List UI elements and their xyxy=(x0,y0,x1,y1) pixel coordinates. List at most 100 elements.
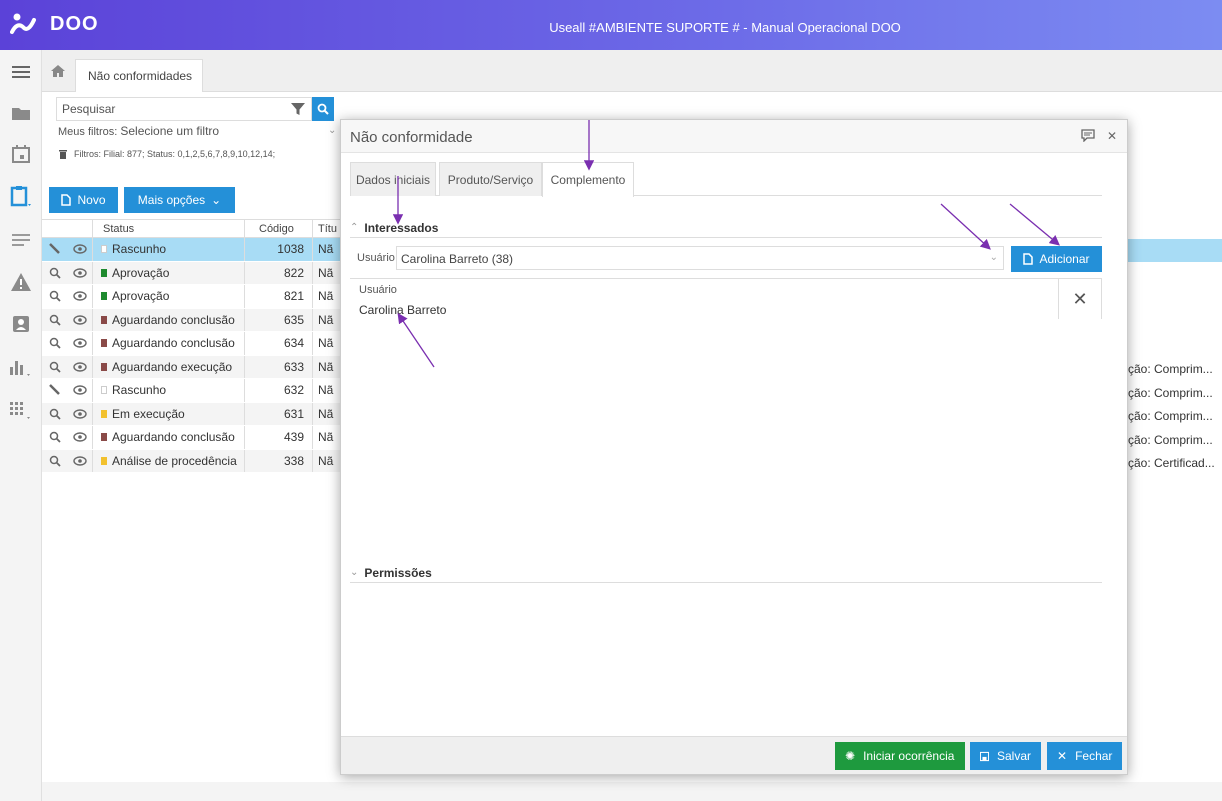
status-color-badge xyxy=(101,292,107,301)
start-occurrence-label: Iniciar ocorrência xyxy=(863,749,955,763)
description-cell: ção: Certificad... xyxy=(1128,456,1215,471)
chevron-down-icon: ⌄ xyxy=(350,567,359,578)
table-row[interactable]: Análise de procedência 338 Nã xyxy=(42,449,342,473)
title-cell: Nã xyxy=(312,285,342,308)
chart-icon[interactable] xyxy=(0,353,42,381)
apps-grid-icon[interactable] xyxy=(0,396,42,424)
code-cell: 1038 xyxy=(244,238,312,261)
search-button[interactable] xyxy=(312,97,334,121)
code-cell: 635 xyxy=(244,308,312,331)
list-icon[interactable] xyxy=(0,226,42,254)
add-button-label: Adicionar xyxy=(1039,252,1090,266)
view-icon[interactable] xyxy=(67,409,92,419)
section-interessados[interactable]: ⌃ Interessados xyxy=(350,218,1102,238)
close-icon: ✕ xyxy=(1057,749,1068,763)
filter-icon[interactable] xyxy=(291,102,305,119)
status-text: Análise de procedência xyxy=(112,453,237,468)
new-button[interactable]: Novo xyxy=(49,187,118,213)
my-filters[interactable]: Meus filtros: Selecione um filtro xyxy=(58,124,219,138)
search-icon xyxy=(317,103,329,115)
table-body: Rascunho 1038 Nã Aprovação 822 Nã Aprovação 821… xyxy=(42,238,342,473)
table-row[interactable]: Aguardando conclusão 439 Nã xyxy=(42,426,342,450)
view-icon[interactable] xyxy=(67,244,92,254)
comment-icon[interactable] xyxy=(1081,129,1095,142)
new-document-icon xyxy=(61,194,72,206)
search-icon[interactable] xyxy=(42,361,67,373)
view-icon[interactable] xyxy=(67,315,92,325)
chevron-down-icon: ⌄ xyxy=(211,193,222,207)
table-row[interactable]: Rascunho 632 Nã xyxy=(42,379,342,403)
dialog-tabs: Dados iniciais Produto/Serviço Complemen… xyxy=(350,162,1102,197)
status-color-badge xyxy=(101,362,107,371)
add-button[interactable]: Adicionar xyxy=(1011,246,1102,272)
search-icon[interactable] xyxy=(42,455,67,467)
section-permissoes-label: Permissões xyxy=(364,565,432,580)
search-icon[interactable] xyxy=(42,267,67,279)
status-color-badge xyxy=(101,456,107,465)
chevron-down-icon[interactable]: ⌄ xyxy=(328,125,336,136)
view-icon[interactable] xyxy=(67,385,92,395)
status-cell: Aguardando execução xyxy=(92,355,244,378)
more-options-button[interactable]: Mais opções ⌄ xyxy=(124,187,235,213)
search-icon[interactable] xyxy=(42,337,67,349)
tab-dados-iniciais[interactable]: Dados iniciais xyxy=(350,162,436,196)
status-text: Aprovação xyxy=(112,265,170,280)
view-icon[interactable] xyxy=(67,456,92,466)
save-icon xyxy=(980,751,989,761)
table-row[interactable]: Aprovação 821 Nã xyxy=(42,285,342,309)
status-cell: Aguardando conclusão xyxy=(92,332,244,355)
search-input[interactable] xyxy=(62,102,282,116)
col-title[interactable]: Títu xyxy=(312,220,342,237)
col-code[interactable]: Código xyxy=(244,220,312,237)
remove-icon[interactable]: ✕ xyxy=(1058,279,1102,319)
calendar-icon[interactable] xyxy=(0,140,42,168)
edit-icon[interactable] xyxy=(42,384,67,396)
view-icon[interactable] xyxy=(67,268,92,278)
col-status[interactable]: Status xyxy=(92,220,244,237)
code-cell: 634 xyxy=(244,332,312,355)
search-icon[interactable] xyxy=(42,314,67,326)
user-select-value: Carolina Barreto (38) xyxy=(401,252,514,266)
menu-icon[interactable] xyxy=(0,58,42,86)
close-icon[interactable]: ✕ xyxy=(1107,129,1117,143)
search-icon[interactable] xyxy=(42,290,67,302)
title-cell: Nã xyxy=(312,426,342,449)
search-icon[interactable] xyxy=(42,408,67,420)
save-button[interactable]: Salvar xyxy=(970,742,1041,770)
close-button[interactable]: ✕ Fechar xyxy=(1047,742,1122,770)
tab-produto-servico[interactable]: Produto/Serviço xyxy=(439,162,542,196)
table-row[interactable]: Aguardando execução 633 Nã xyxy=(42,355,342,379)
view-icon[interactable] xyxy=(67,362,92,372)
home-icon[interactable] xyxy=(50,64,66,81)
list-item[interactable]: Carolina Barreto xyxy=(359,303,446,317)
table-row[interactable]: Rascunho 1038 Nã xyxy=(42,238,342,262)
my-filters-label: Meus filtros: xyxy=(58,126,118,138)
view-icon[interactable] xyxy=(67,432,92,442)
status-text: Rascunho xyxy=(112,383,167,398)
table-row[interactable]: Aguardando conclusão 634 Nã xyxy=(42,332,342,356)
start-occurrence-button[interactable]: ✺ Iniciar ocorrência xyxy=(835,742,965,770)
status-text: Aguardando conclusão xyxy=(112,312,235,327)
warning-icon[interactable] xyxy=(0,268,42,296)
view-icon[interactable] xyxy=(67,338,92,348)
section-permissoes[interactable]: ⌄ Permissões xyxy=(350,563,1102,583)
edit-icon[interactable] xyxy=(42,243,67,255)
view-icon[interactable] xyxy=(67,291,92,301)
folder-icon[interactable] xyxy=(0,99,42,127)
table-row[interactable]: Em execução 631 Nã xyxy=(42,402,342,426)
my-filters-select[interactable]: Selecione um filtro xyxy=(120,124,219,138)
search-icon[interactable] xyxy=(42,431,67,443)
status-color-badge xyxy=(101,268,107,277)
code-cell: 439 xyxy=(244,426,312,449)
table-row[interactable]: Aprovação 822 Nã xyxy=(42,261,342,285)
tab-complemento[interactable]: Complemento xyxy=(542,162,634,197)
title-cell: Nã xyxy=(312,449,342,472)
nao-conformidade-dialog: Não conformidade ✕ Dados iniciais Produt… xyxy=(340,119,1128,775)
trash-icon[interactable] xyxy=(58,149,68,159)
contact-icon[interactable] xyxy=(0,310,42,338)
user-select[interactable]: Carolina Barreto (38) ⌄ xyxy=(396,246,1004,270)
table-row[interactable]: Aguardando conclusão 635 Nã xyxy=(42,308,342,332)
tab-nao-conformidades[interactable]: Não conformidades xyxy=(75,59,203,93)
clipboard-icon[interactable] xyxy=(0,183,42,211)
title-cell: Nã xyxy=(312,379,342,402)
